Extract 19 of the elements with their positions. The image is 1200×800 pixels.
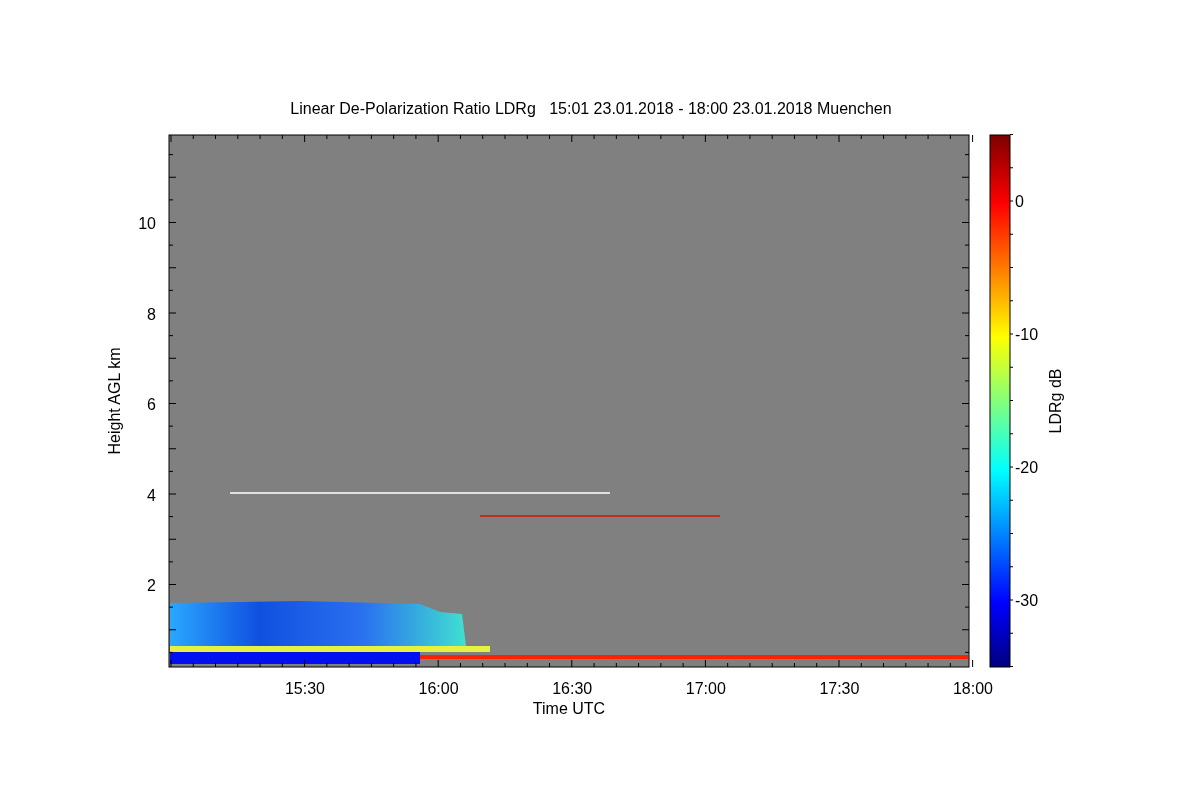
colorbar-tick-label: -10 — [1015, 326, 1039, 343]
x-tick-label: 16:00 — [418, 680, 459, 697]
y-axis-label: Height AGL km — [106, 347, 123, 455]
x-tick-label: 17:00 — [685, 680, 726, 697]
y-tick-label: 10 — [138, 215, 156, 232]
colorbar-label: LDRg dB — [1047, 368, 1064, 434]
colorbar-tick-label: -30 — [1015, 592, 1039, 609]
x-axis-label: Time UTC — [532, 700, 606, 717]
y-tick-label: 6 — [147, 396, 156, 413]
x-tick-label: 16:30 — [552, 680, 593, 697]
colorbar-tick-label: -20 — [1015, 459, 1039, 476]
y-tick-label: 4 — [147, 486, 156, 504]
x-tick-label: 15:30 — [285, 680, 325, 697]
x-tick-label: 17:30 — [819, 680, 860, 697]
y-tick-label: 2 — [147, 577, 156, 594]
y-tick-label: 8 — [147, 305, 156, 323]
colorbar-tick-label: 0 — [1015, 193, 1024, 210]
chart-title: Linear De-Polarization Ratio LDRg 15:01 23.01.2018 - 18:00 23.01.2018 Muenchen — [290, 100, 892, 117]
x-tick-label: 18:00 — [953, 680, 993, 697]
